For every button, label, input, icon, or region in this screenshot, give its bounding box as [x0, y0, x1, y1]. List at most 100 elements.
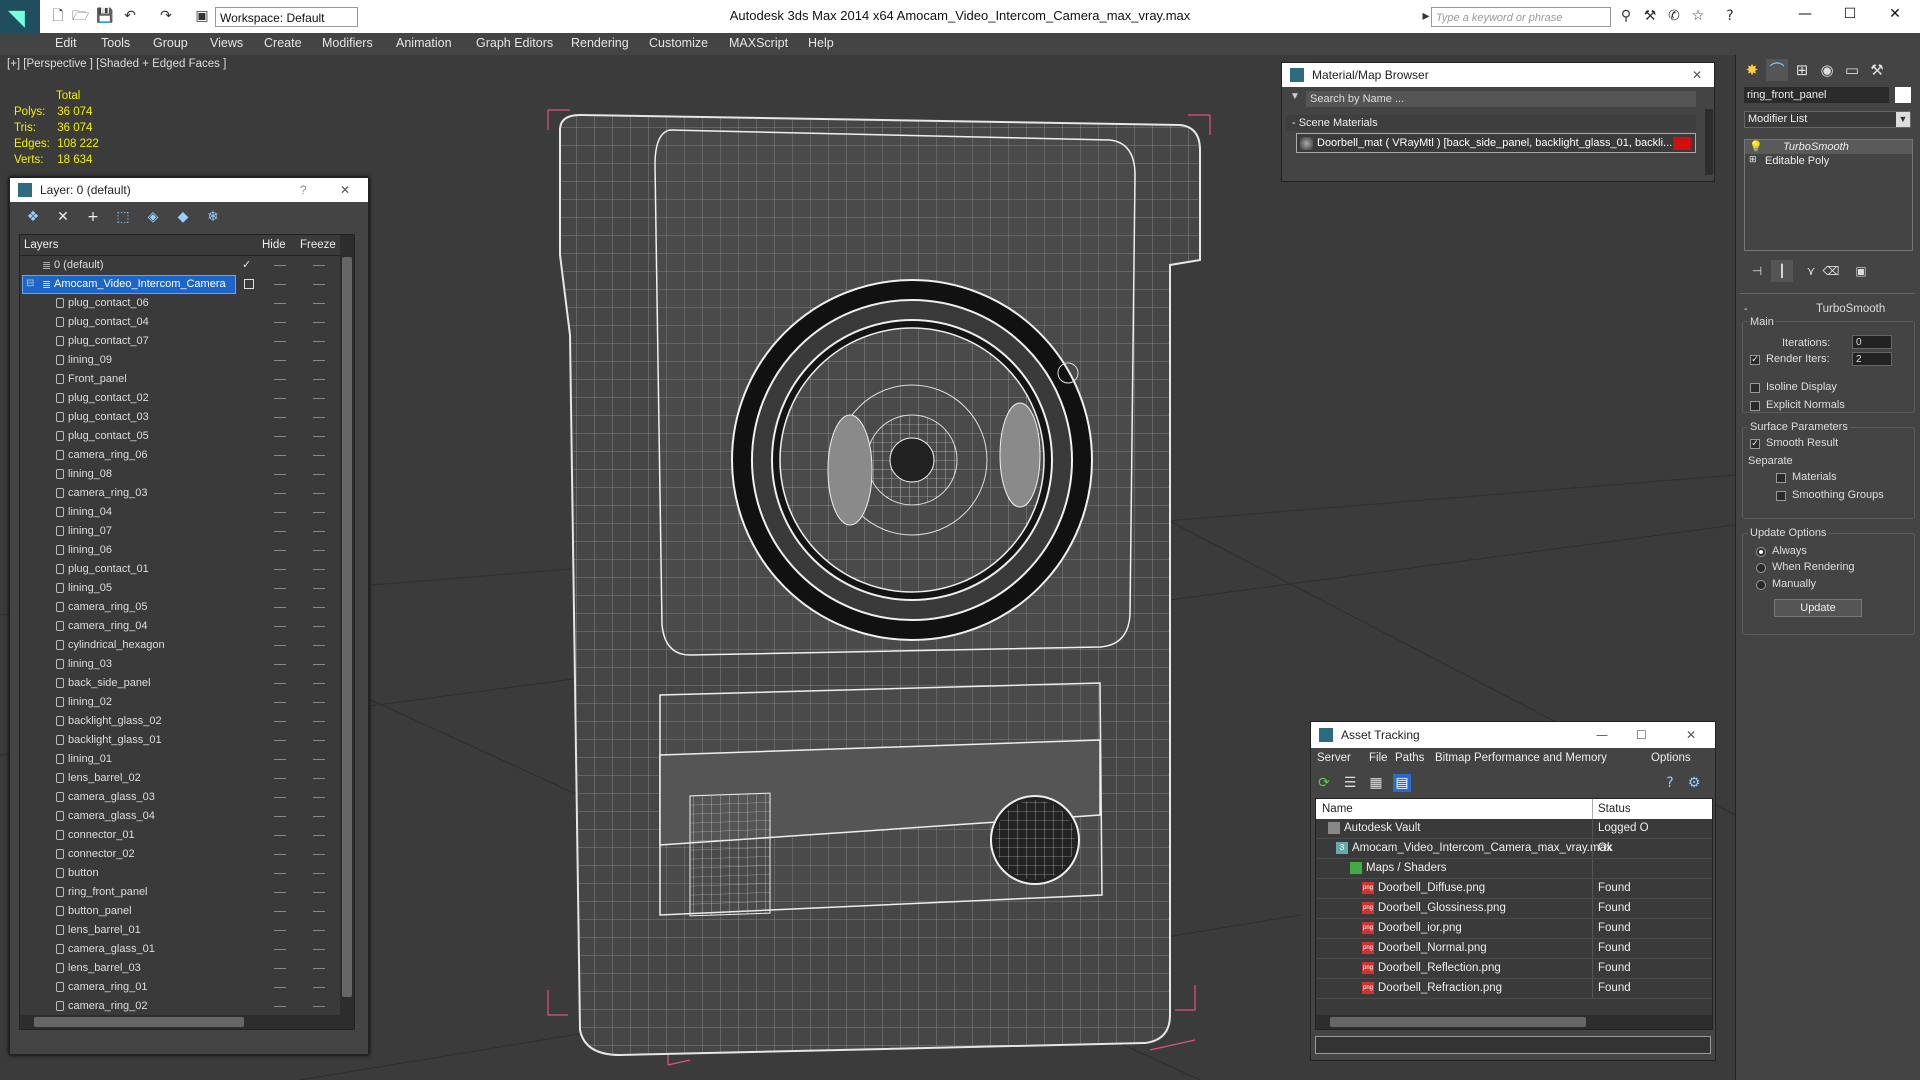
column-name[interactable]: Name [1322, 803, 1353, 815]
layer-object-row[interactable]: plug_contact_05 [20, 427, 354, 446]
chevron-down-icon[interactable]: ▼ [1896, 112, 1910, 127]
freeze-toggle[interactable] [313, 436, 325, 437]
hide-toggle[interactable] [274, 854, 286, 855]
update-manually-radio[interactable] [1756, 580, 1766, 590]
freeze-toggle[interactable] [313, 816, 325, 817]
freeze-toggle[interactable] [313, 455, 325, 456]
make-unique-icon[interactable]: ⋎ [1800, 260, 1822, 282]
hide-toggle[interactable] [274, 360, 286, 361]
utilities-tab-icon[interactable]: ⚒ [1866, 59, 1888, 81]
freeze-toggle[interactable] [313, 873, 325, 874]
layer-object-row[interactable]: lining_07 [20, 522, 354, 541]
asset-row[interactable]: Autodesk Vault Logged O [1316, 819, 1712, 839]
close-button[interactable]: ✕ [1875, 6, 1915, 26]
freeze-toggle[interactable] [313, 569, 325, 570]
add-to-layer-icon[interactable]: + [84, 208, 102, 226]
freeze-toggle[interactable] [313, 474, 325, 475]
layer-object-row[interactable]: lens_barrel_02 [20, 769, 354, 788]
menu-maxscript[interactable]: MAXScript [729, 36, 788, 50]
object-color-swatch[interactable] [1895, 87, 1911, 103]
hide-toggle[interactable] [274, 664, 286, 665]
asset-menu-options[interactable]: Options [1651, 752, 1691, 764]
pin-stack-icon[interactable]: ⊣ [1746, 260, 1768, 282]
update-when-rendering-radio[interactable] [1756, 563, 1766, 573]
hide-toggle[interactable] [274, 949, 286, 950]
freeze-toggle[interactable] [313, 398, 325, 399]
undo-icon[interactable]: ↶ [122, 8, 138, 24]
menu-modifiers[interactable]: Modifiers [322, 36, 373, 50]
collapse-icon[interactable]: ⊟ [26, 278, 34, 289]
project-folder-icon[interactable]: ▣ [194, 8, 210, 24]
layer-object-row[interactable]: button_panel [20, 902, 354, 921]
layer-object-row[interactable]: lining_09 [20, 351, 354, 370]
freeze-toggle[interactable] [313, 607, 325, 608]
hide-toggle[interactable] [274, 303, 286, 304]
scroll-thumb[interactable] [1330, 1017, 1586, 1027]
layer-object-row[interactable]: plug_contact_07 [20, 332, 354, 351]
favorites-star-icon[interactable]: ☆ [1690, 8, 1706, 24]
iterations-spinner[interactable]: 0 [1852, 335, 1892, 349]
column-freeze[interactable]: Freeze [300, 239, 336, 251]
layer-object-row[interactable]: connector_01 [20, 826, 354, 845]
hierarchy-tab-icon[interactable]: ⊞ [1791, 59, 1813, 81]
close-icon[interactable]: ✕ [340, 178, 350, 202]
viewport-label[interactable]: [+] [Perspective ] [Shaded + Edged Faces… [7, 58, 226, 70]
freeze-toggle[interactable] [313, 341, 325, 342]
select-objects-icon[interactable]: ⬚ [114, 208, 132, 226]
hide-toggle[interactable] [274, 474, 286, 475]
delete-layer-icon[interactable]: ✕ [54, 208, 72, 226]
freeze-toggle[interactable] [313, 721, 325, 722]
layer-object-row[interactable]: camera_glass_03 [20, 788, 354, 807]
separate-smoothing-groups-checkbox[interactable] [1776, 491, 1786, 501]
asset-row[interactable]: png Doorbell_Diffuse.png Found [1316, 879, 1712, 899]
modifier-list-dropdown[interactable]: Modifier List ▼ [1744, 111, 1911, 128]
show-end-result-icon[interactable]: ┃ [1771, 260, 1793, 282]
layer-object-row[interactable]: cylindrical_hexagon [20, 636, 354, 655]
scene-materials-group[interactable]: - Scene Materials [1286, 115, 1696, 131]
turbosmooth-rollout-title[interactable]: TurboSmooth [1816, 303, 1885, 315]
render-iters-spinner[interactable]: 2 [1852, 352, 1892, 366]
freeze-toggle[interactable] [313, 911, 325, 912]
menu-graph-editors[interactable]: Graph Editors [476, 36, 553, 50]
asset-row[interactable]: png Doorbell_Reflection.png Found [1316, 959, 1712, 979]
menu-rendering[interactable]: Rendering [571, 36, 629, 50]
close-icon[interactable]: ✕ [1686, 722, 1696, 748]
hide-toggle[interactable] [274, 892, 286, 893]
hide-toggle[interactable] [274, 626, 286, 627]
layer-object-row[interactable]: plug_contact_03 [20, 408, 354, 427]
hide-toggle[interactable] [274, 569, 286, 570]
layer-object-row[interactable]: backlight_glass_02 [20, 712, 354, 731]
help-icon[interactable]: ? [300, 178, 307, 202]
highlight-layer-icon[interactable]: ◈ [144, 208, 162, 226]
keyword-search-input[interactable]: Type a keyword or phrase [1431, 7, 1611, 27]
maximize-button[interactable]: ☐ [1830, 6, 1870, 26]
hide-toggle[interactable] [274, 702, 286, 703]
layer-object-row[interactable]: lining_03 [20, 655, 354, 674]
menu-edit[interactable]: Edit [55, 36, 77, 50]
menu-create[interactable]: Create [264, 36, 302, 50]
menu-customize[interactable]: Customize [649, 36, 708, 50]
create-layer-icon[interactable]: ❖ [24, 208, 42, 226]
freeze-toggle[interactable] [313, 303, 325, 304]
redo-icon[interactable]: ↷ [158, 8, 174, 24]
hide-toggle[interactable] [274, 322, 286, 323]
layer-object-row[interactable]: plug_contact_04 [20, 313, 354, 332]
freeze-toggle[interactable] [313, 360, 325, 361]
column-hide[interactable]: Hide [262, 239, 286, 251]
freeze-toggle[interactable] [313, 1006, 325, 1007]
layer-object-row[interactable]: lens_barrel_01 [20, 921, 354, 940]
layer-object-row[interactable]: camera_ring_02 [20, 997, 354, 1016]
freeze-toggle[interactable] [313, 531, 325, 532]
hide-toggle[interactable] [274, 911, 286, 912]
asset-tracking-header[interactable]: Asset Tracking — ☐ ✕ [1311, 722, 1715, 748]
update-always-radio[interactable] [1756, 547, 1766, 557]
freeze-toggle[interactable] [313, 987, 325, 988]
remove-modifier-icon[interactable]: ⌫ [1820, 260, 1842, 282]
help-icon[interactable]: ? [1722, 8, 1738, 24]
asset-menu-paths[interactable]: Paths [1395, 752, 1424, 764]
hide-toggle[interactable] [274, 683, 286, 684]
freeze-toggle[interactable] [313, 778, 325, 779]
layer-object-row[interactable]: lining_06 [20, 541, 354, 560]
freeze-toggle[interactable] [313, 664, 325, 665]
hide-toggle[interactable] [274, 987, 286, 988]
